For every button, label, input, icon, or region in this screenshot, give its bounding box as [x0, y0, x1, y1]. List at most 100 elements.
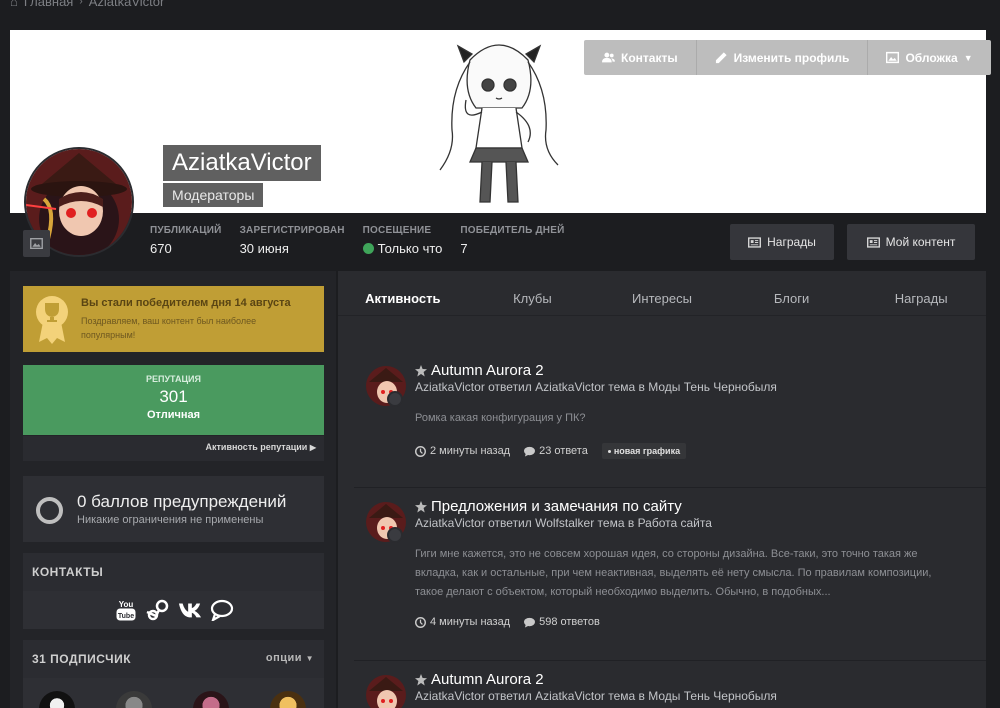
image-icon — [886, 51, 900, 64]
reputation-value: 301 — [159, 387, 188, 406]
cover-button-group: Контакты Изменить профиль Обложка ▼ — [584, 40, 991, 75]
award-text: Поздравляем, ваш контент был наиболее по… — [81, 316, 257, 340]
post-time: 4 минуты назад — [415, 616, 510, 628]
post-meta[interactable]: AziatkaVictor ответил AziatkaVictor тема… — [415, 689, 777, 703]
post-meta[interactable]: AziatkaVictor ответил Wolfstalker тема в… — [415, 516, 712, 530]
change-cover-photo-button[interactable] — [23, 230, 50, 257]
comment-icon — [524, 446, 536, 457]
tab-interests[interactable]: Интересы — [597, 283, 727, 313]
online-status-icon — [362, 243, 374, 254]
follower-avatar[interactable] — [270, 691, 306, 708]
breadcrumb-current: AziatkaVictor — [88, 0, 165, 9]
activity-item: Autumn Aurora 2 AziatkaVictor ответил Az… — [338, 671, 986, 708]
stat-registered: Зарегистрирован 30 июня — [240, 225, 345, 256]
tab-blogs[interactable]: Блоги — [727, 283, 857, 313]
svg-text:Tube: Tube — [117, 613, 133, 620]
contacts-button-label: Контакты — [621, 50, 678, 65]
post-tag[interactable]: новая графика — [601, 443, 687, 459]
reputation-label: Репутация — [145, 374, 201, 384]
stat-value: 670 — [150, 241, 172, 256]
caret-right-icon: ▶ — [309, 443, 316, 452]
profile-name: AziatkaVictor — [163, 145, 321, 181]
steam-icon[interactable] — [145, 598, 170, 622]
post-footer: 4 минуты назад 598 ответов — [415, 616, 600, 628]
breadcrumb: ⌂ Главная › AziatkaVictor — [10, 0, 164, 9]
activity-divider — [354, 487, 986, 488]
stat-value: 30 июня — [239, 241, 289, 256]
awards-button-label: Награды — [767, 235, 816, 249]
reputation-activity-link[interactable]: Активность репутации ▶ — [23, 436, 324, 461]
stat-posts: Публикаций 670 — [150, 225, 222, 256]
stat-label: Зарегистрирован — [239, 225, 345, 236]
post-replies[interactable]: 23 ответа — [524, 445, 588, 457]
star-icon — [415, 364, 427, 376]
reputation-activity-label: Активность репутации — [205, 442, 308, 452]
stat-label: Победитель дней — [460, 225, 565, 236]
my-content-button[interactable]: Мой контент — [847, 224, 975, 260]
post-replies[interactable]: 598 ответов — [524, 616, 600, 628]
warnings-card: 0 баллов предупреждений Никакие ограниче… — [23, 476, 324, 542]
edit-profile-button-label: Изменить профиль — [733, 50, 850, 65]
stat-value[interactable]: 7 — [460, 241, 564, 256]
profile-stats: Публикаций 670 Зарегистрирован 30 июня П… — [150, 225, 565, 256]
warnings-text: Никакие ограничения не применены — [77, 514, 264, 526]
star-icon — [415, 500, 427, 512]
award-title: Вы стали победителем дня 14 августа — [81, 297, 291, 309]
warnings-title: 0 баллов предупреждений — [77, 492, 287, 511]
follower-avatar[interactable] — [193, 691, 229, 708]
follower-avatar[interactable] — [116, 691, 152, 708]
cover-photo-menu-label: Обложка — [905, 50, 958, 65]
stat-value: Только что — [362, 241, 442, 256]
chat-icon[interactable] — [210, 598, 234, 622]
followers-options-button[interactable]: опции ▼ — [266, 652, 314, 664]
day-winner-banner: Вы стали победителем дня 14 августа Позд… — [23, 286, 324, 352]
caret-down-icon: ▼ — [963, 52, 973, 63]
follower-avatar[interactable] — [39, 691, 75, 708]
users-icon — [602, 52, 615, 63]
edit-profile-button[interactable]: Изменить профиль — [697, 40, 869, 75]
cover-character-drawing — [439, 44, 559, 203]
profile-tabs: Активность Клубы Интересы Блоги Награды — [338, 283, 986, 313]
chevron-right-icon: › — [79, 0, 83, 7]
comment-type-icon — [387, 391, 403, 407]
post-excerpt: Гиги мне кажется, это не совсем хорошая … — [415, 548, 932, 598]
caret-down-icon: ▼ — [305, 654, 314, 663]
activity-divider — [354, 660, 986, 661]
post-title[interactable]: Предложения и замечания по сайту — [415, 498, 682, 515]
author-avatar[interactable] — [366, 675, 406, 708]
followers-heading: 31 подписчик опции ▼ — [23, 640, 324, 678]
activity-item: Autumn Aurora 2 AziatkaVictor ответил Az… — [338, 362, 986, 472]
post-meta[interactable]: AziatkaVictor ответил AziatkaVictor тема… — [415, 380, 777, 394]
tab-clubs[interactable]: Клубы — [468, 283, 598, 313]
my-content-button-label: Мой контент — [885, 235, 956, 249]
cover-photo-menu-button[interactable]: Обложка ▼ — [868, 40, 990, 75]
breadcrumb-home[interactable]: Главная — [24, 0, 73, 9]
comment-icon — [524, 617, 536, 628]
id-card-icon — [748, 236, 762, 248]
stat-label: Публикаций — [150, 225, 222, 236]
home-icon[interactable]: ⌂ — [10, 0, 18, 9]
contacts-button[interactable]: Контакты — [584, 40, 697, 75]
reputation-card: Репутация 301 Отличная — [23, 365, 324, 435]
activity-item: Предложения и замечания по сайту Aziatka… — [338, 498, 986, 643]
post-footer: 2 минуты назад 23 ответа новая графика — [415, 443, 687, 459]
tab-activity[interactable]: Активность — [338, 283, 468, 313]
svg-text:You: You — [118, 600, 133, 609]
trophy-icon — [36, 296, 68, 344]
tab-awards[interactable]: Награды — [856, 283, 986, 313]
awards-button[interactable]: Награды — [730, 224, 834, 260]
profile-group: Модераторы — [163, 183, 264, 207]
contacts-heading: Контакты — [23, 553, 324, 591]
post-title[interactable]: Autumn Aurora 2 — [415, 362, 544, 379]
star-icon — [415, 673, 427, 685]
youtube-icon[interactable]: You Tube — [114, 598, 138, 622]
post-title[interactable]: Autumn Aurora 2 — [415, 671, 544, 688]
post-time: 2 минуты назад — [415, 445, 510, 457]
contacts-list: You Tube — [23, 591, 324, 629]
vk-icon[interactable] — [178, 598, 202, 622]
tag-dot — [607, 449, 611, 453]
image-icon — [30, 238, 43, 249]
stat-last-visit: Посещение Только что — [362, 225, 442, 256]
clock-icon — [415, 616, 426, 628]
followers-list — [23, 678, 324, 708]
